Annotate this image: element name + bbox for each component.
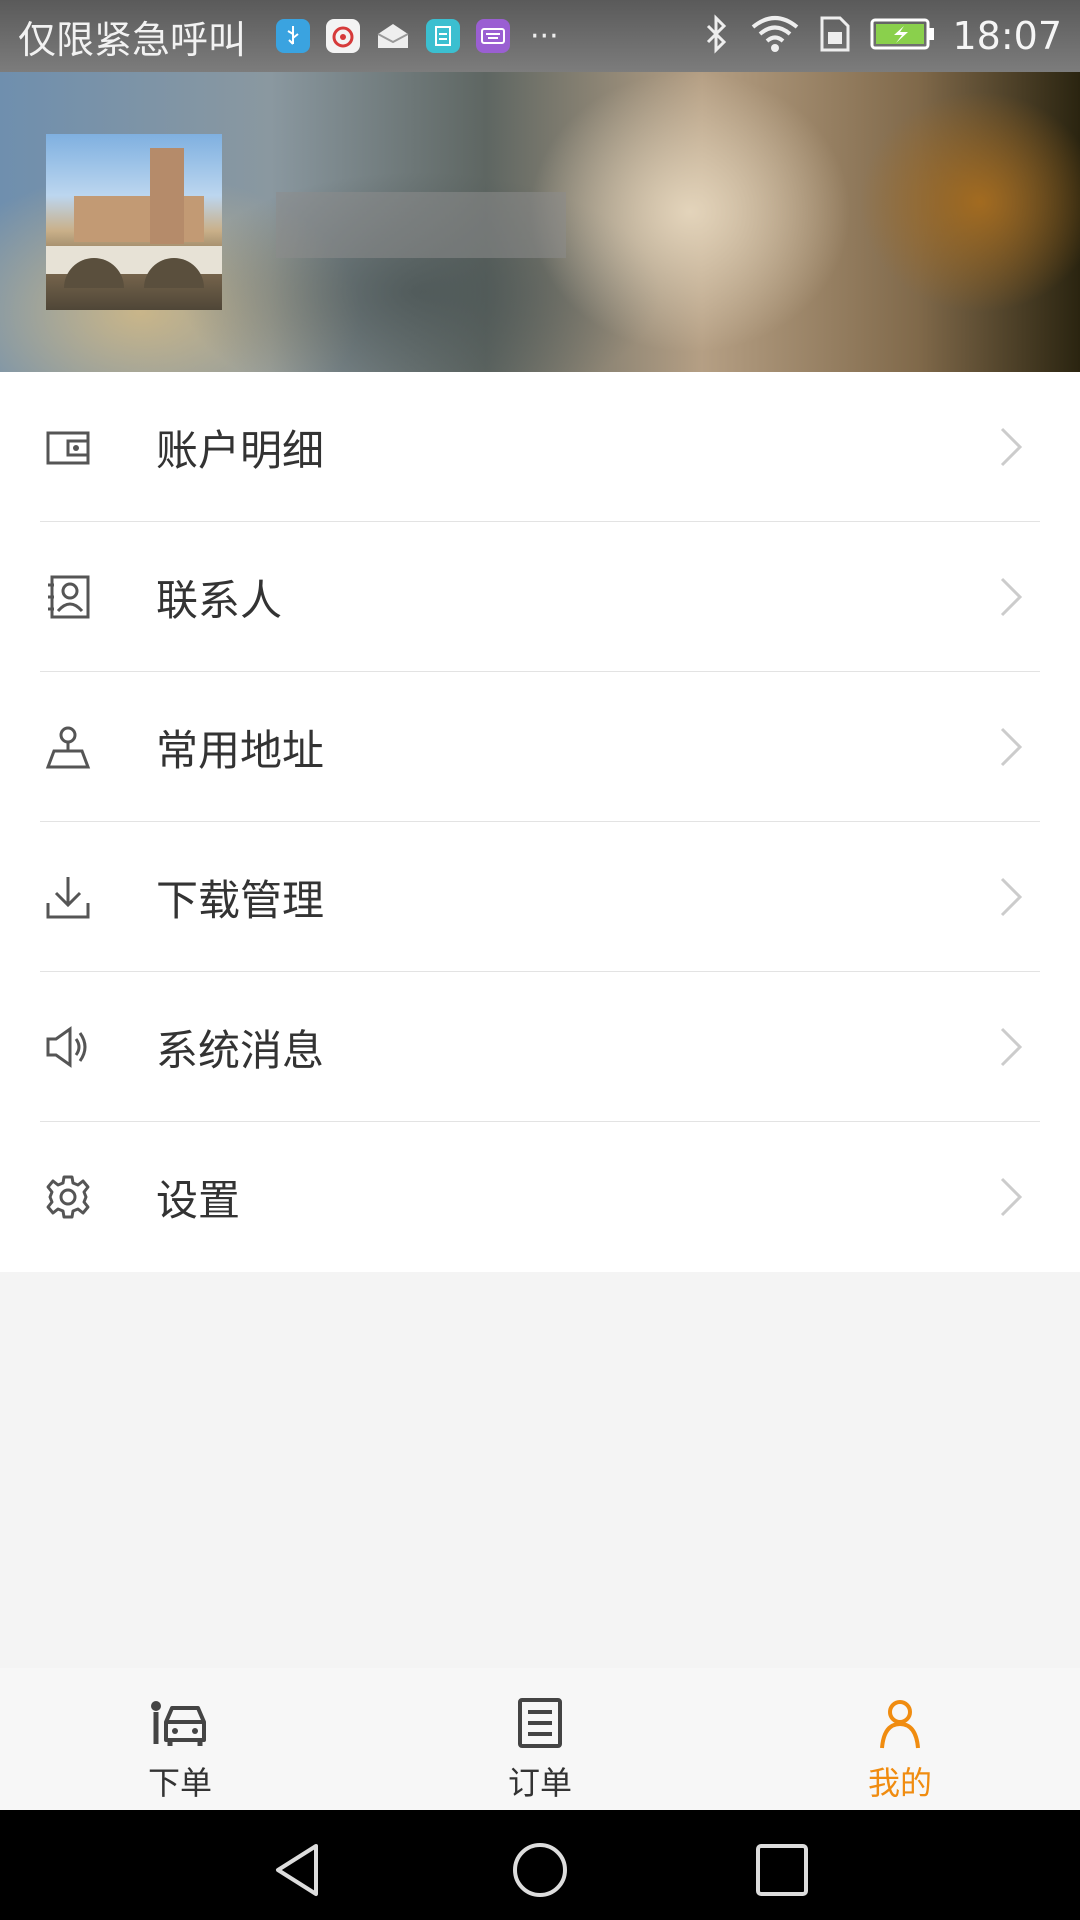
- menu-item-system-messages[interactable]: 系统消息: [0, 972, 1080, 1122]
- menu-item-label: 下载管理: [156, 875, 325, 925]
- chevron-right-icon: [998, 1175, 1024, 1219]
- profile-header: [0, 72, 1080, 372]
- home-icon[interactable]: [512, 1842, 568, 1898]
- chevron-right-icon: [998, 425, 1024, 469]
- chevron-right-icon: [998, 725, 1024, 769]
- menu-item-label: 常用地址: [156, 725, 325, 775]
- menu-item-label: 设置: [156, 1175, 241, 1225]
- speaker-icon: [44, 1023, 92, 1071]
- recents-icon[interactable]: [754, 1842, 810, 1898]
- person-icon: [868, 1698, 932, 1750]
- calendar-app-icon: [426, 19, 461, 53]
- contacts-icon: [44, 573, 92, 621]
- bluetooth-icon: [702, 14, 732, 58]
- sim-icon: [818, 14, 852, 58]
- car-person-icon: [148, 1698, 212, 1750]
- menu-item-download-management[interactable]: 下载管理: [0, 822, 1080, 972]
- avatar[interactable]: [46, 134, 222, 310]
- mail-icon: [376, 19, 410, 53]
- menu-item-label: 系统消息: [156, 1025, 325, 1075]
- menu-item-contacts[interactable]: 联系人: [0, 522, 1080, 672]
- menu-item-account-details[interactable]: 账户明细: [0, 372, 1080, 522]
- system-nav-bar: [0, 1810, 1080, 1920]
- tab-label: 订单: [507, 1764, 572, 1802]
- keyboard-app-icon: [476, 19, 511, 53]
- bottom-tab-bar: 下单 订单 我的: [0, 1668, 1080, 1810]
- back-icon[interactable]: [270, 1842, 326, 1898]
- menu-item-label: 账户明细: [156, 425, 325, 475]
- chevron-right-icon: [998, 575, 1024, 619]
- tab-label: 我的: [867, 1764, 932, 1802]
- clock-time: 18:07: [952, 14, 1062, 58]
- menu-item-settings[interactable]: 设置: [0, 1122, 1080, 1272]
- gear-icon: [44, 1173, 92, 1221]
- menu-item-frequent-addresses[interactable]: 常用地址: [0, 672, 1080, 822]
- carrier-text: 仅限紧急呼叫: [18, 17, 247, 62]
- order-list-icon: [508, 1698, 572, 1750]
- menu-list: 账户明细 联系人 常用地址 下载管理 系统消息 设置: [0, 372, 1080, 1272]
- wallet-icon: [44, 423, 92, 471]
- status-bar: 仅限紧急呼叫 ··· 18:07: [0, 0, 1080, 72]
- tab-orders[interactable]: 订单: [360, 1668, 720, 1810]
- tab-mine[interactable]: 我的: [720, 1668, 1080, 1810]
- more-notifications-icon: ···: [530, 18, 559, 54]
- tab-label: 下单: [147, 1764, 212, 1802]
- chevron-right-icon: [998, 1025, 1024, 1069]
- weibo-icon: [326, 19, 361, 53]
- battery-charging-icon: [870, 17, 936, 55]
- wifi-icon: [750, 15, 800, 57]
- chevron-right-icon: [998, 875, 1024, 919]
- menu-item-label: 联系人: [156, 575, 283, 625]
- username-placeholder: [276, 192, 566, 258]
- usb-icon: [276, 19, 311, 53]
- location-map-icon: [44, 723, 92, 771]
- download-icon: [44, 873, 92, 921]
- tab-place-order[interactable]: 下单: [0, 1668, 360, 1810]
